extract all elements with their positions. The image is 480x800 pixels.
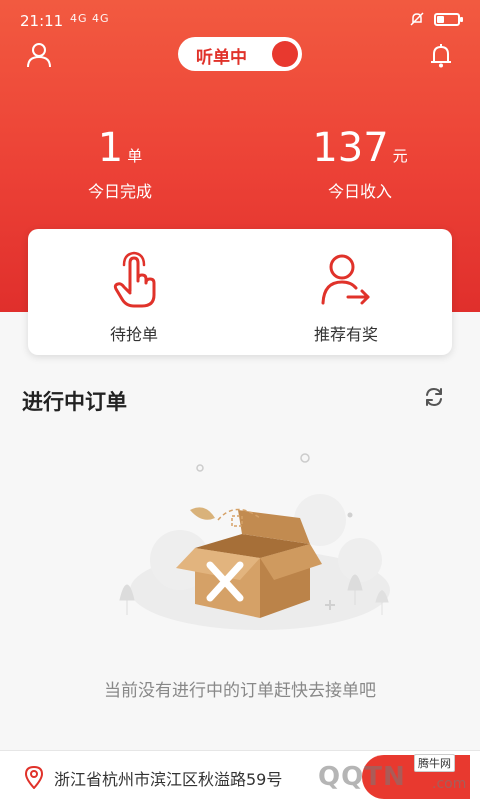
watermark-suffix: .com: [432, 776, 467, 792]
listening-toggle-label: 听单中: [196, 48, 247, 68]
empty-box-illustration: [119, 453, 390, 630]
bell-icon[interactable]: [426, 40, 456, 70]
watermark-logo-text: QQTN: [318, 762, 406, 792]
grab-order-button[interactable]: 待抢单: [28, 229, 240, 355]
today-orders-unit: 单: [127, 147, 143, 165]
watermark-small-label: 腾牛网: [414, 754, 455, 772]
toggle-knob: [272, 41, 298, 67]
refresh-icon[interactable]: [423, 386, 445, 408]
today-orders-value: 1: [97, 125, 124, 171]
status-bar: 21:11 4G 4G: [0, 0, 480, 36]
empty-state-message: 当前没有进行中的订单赶快去接单吧: [104, 681, 376, 701]
location-pin-icon: [24, 765, 44, 789]
today-orders-stat: 1单 今日完成: [0, 124, 240, 202]
referral-reward-label: 推荐有奖: [313, 325, 378, 344]
user-profile-icon[interactable]: [24, 40, 54, 70]
today-income-stat: 137 元 今日收入: [240, 124, 480, 202]
current-address: 浙江省杭州市滨江区秋溢路59号: [54, 770, 283, 789]
listening-toggle[interactable]: 听单中: [178, 37, 302, 71]
grab-order-label: 待抢单: [109, 325, 158, 344]
battery-icon: [434, 12, 463, 26]
today-income-value: 137: [312, 125, 389, 171]
bottom-location-bar[interactable]: 浙江省杭州市滨江区秋溢路59号: [0, 750, 480, 800]
today-orders-label: 今日完成: [87, 182, 152, 201]
battery-fill: [437, 15, 444, 23]
status-time: 21:11: [20, 12, 64, 30]
today-income-unit: 元: [392, 147, 408, 165]
status-right: [410, 12, 463, 26]
signal-icons: 4G 4G: [70, 12, 110, 25]
referral-reward-button[interactable]: 推荐有奖: [240, 229, 452, 355]
ongoing-orders-title: 进行中订单: [22, 390, 127, 414]
today-income-label: 今日收入: [327, 182, 392, 201]
mute-icon: [410, 12, 424, 26]
tap-hand-icon: [113, 251, 156, 308]
user-share-icon: [321, 254, 370, 305]
actions-card: 待抢单 推荐有奖: [28, 229, 452, 355]
